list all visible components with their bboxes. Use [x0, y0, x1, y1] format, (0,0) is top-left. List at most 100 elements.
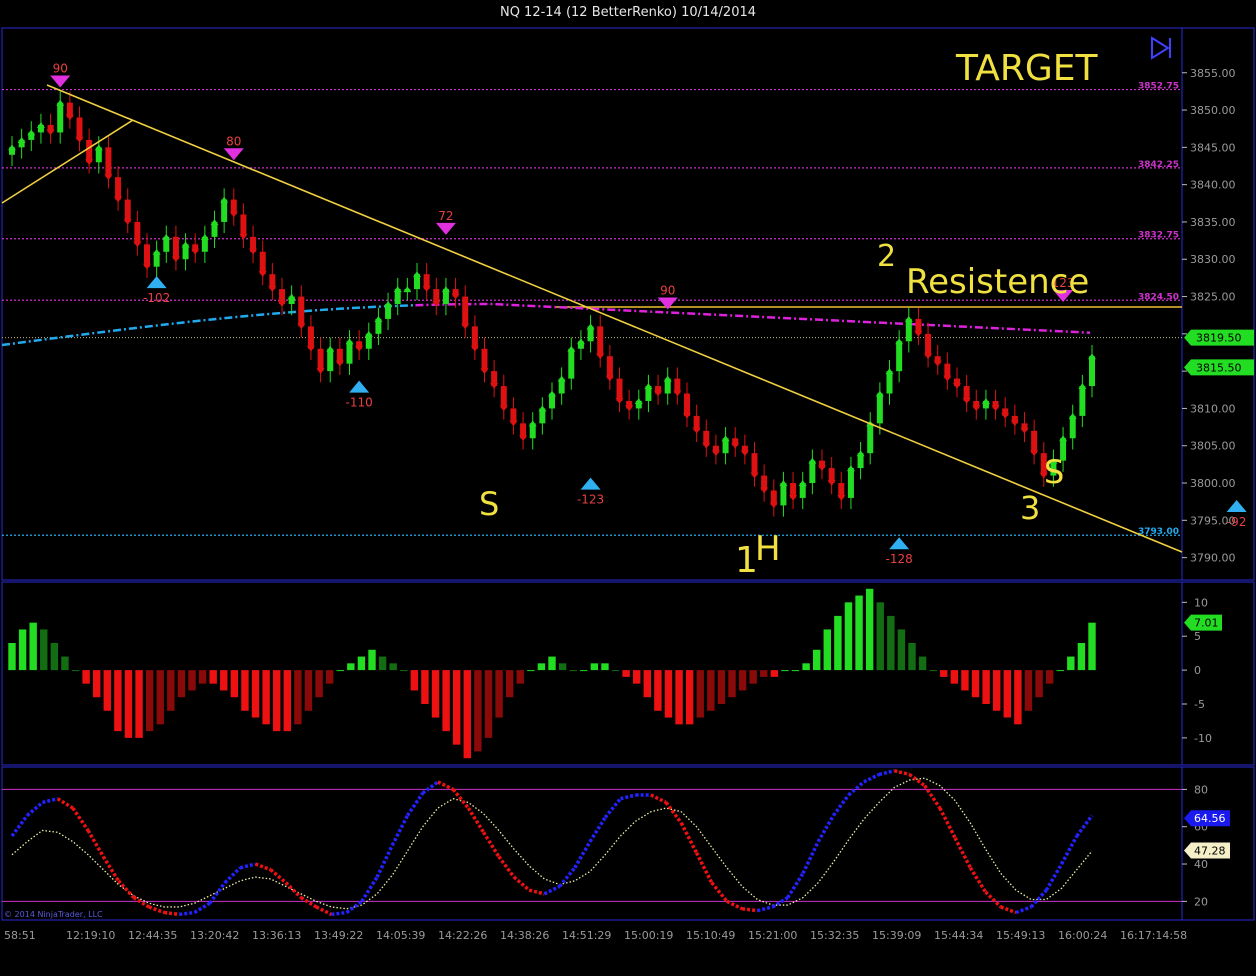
stoch-fast-segment: [650, 793, 667, 805]
time-axis-label: 14:05:39: [376, 929, 425, 942]
histogram-bar: [1003, 670, 1011, 718]
candle-body: [847, 468, 854, 498]
swing-low-label: -110: [346, 396, 373, 410]
stoch-fast-segment: [1060, 835, 1079, 865]
level-label: 3852.75: [1138, 82, 1179, 92]
scroll-to-end-icon[interactable]: [1151, 36, 1171, 60]
candle-body: [886, 371, 893, 394]
candle-body: [471, 326, 478, 349]
histogram-bar: [421, 670, 429, 704]
histogram-bar: [601, 663, 609, 671]
histogram-bar: [220, 670, 228, 691]
y-tick-label: -5: [1194, 698, 1205, 711]
stoch-fast-segment: [163, 910, 180, 917]
y-tick-label: 3830.00: [1190, 253, 1236, 266]
stoch-fast-segment: [331, 910, 347, 917]
histogram-bar: [114, 670, 122, 732]
y-tick-label: 3845.00: [1190, 141, 1236, 154]
down-arrow-marker: [827, 480, 836, 487]
histogram-bar: [685, 670, 694, 725]
histogram-bar: [294, 670, 302, 725]
stoch-fast-segment: [603, 797, 622, 819]
candle-body: [105, 147, 112, 178]
histogram-bar: [558, 663, 567, 671]
histogram-bar: [474, 670, 482, 752]
candle-body: [307, 326, 314, 349]
histogram-bar: [241, 670, 249, 711]
histogram-bar: [527, 670, 535, 672]
histogram-bar: [622, 670, 630, 677]
stoch-fast-segment: [239, 862, 256, 870]
stoch-fast-segment: [86, 829, 105, 858]
stoch-fast-segment: [101, 855, 120, 882]
stoch-fast-segment: [223, 866, 242, 884]
candle-body: [1031, 430, 1038, 454]
stoch-fast-segment: [284, 881, 303, 899]
histogram-bar: [580, 670, 588, 672]
swing-high-label: 72: [438, 209, 453, 223]
time-axis-label: 12:44:35: [128, 929, 177, 942]
stoch-fast-segment: [968, 866, 988, 893]
histogram-bar: [61, 656, 69, 671]
histogram-bar: [463, 670, 471, 759]
histogram-bar: [982, 670, 990, 704]
stoch-fast-segment: [679, 822, 699, 854]
stoch-fast-segment: [437, 780, 454, 791]
candle-body: [481, 348, 488, 372]
candle-body: [925, 333, 932, 357]
candle-body: [76, 117, 83, 140]
histogram-bar: [50, 643, 59, 671]
histogram-bar: [516, 670, 524, 684]
trading-chart[interactable]: 3790.003795.003800.003805.003810.003815.…: [0, 0, 1256, 976]
histogram-bar: [29, 622, 37, 671]
candle-body: [905, 318, 912, 342]
y-tick-label: 0: [1194, 664, 1201, 677]
y-tick-label: 3850.00: [1190, 104, 1236, 117]
histogram-bar: [643, 670, 651, 698]
down-arrow-marker: [335, 360, 344, 367]
histogram-bar: [484, 670, 493, 738]
histogram-bar: [865, 588, 874, 671]
stoch-fast-segment: [497, 855, 516, 879]
stoch-fast-segment: [953, 837, 972, 869]
histogram-bar: [918, 656, 927, 671]
stoch-fast-segment: [908, 773, 926, 788]
histogram-bar: [82, 670, 90, 684]
candle-body: [568, 348, 575, 379]
candle-body: [327, 348, 334, 372]
stoch-fast-segment: [786, 872, 805, 899]
candle-body: [876, 393, 883, 424]
annotation-s-left: S: [479, 485, 499, 523]
candle-body: [86, 139, 93, 163]
histogram-bar: [230, 670, 239, 698]
histogram-bar: [654, 670, 662, 711]
histogram-bar: [1035, 670, 1043, 698]
time-axis-label: 15:00:19: [624, 929, 673, 942]
swing-high-label: 90: [53, 62, 68, 76]
stoch-fast-segment: [451, 788, 470, 810]
y-tick-label: 3835.00: [1190, 216, 1236, 229]
stoch-fast-segment: [254, 862, 272, 872]
histogram-bar: [505, 670, 514, 698]
swing-low-label: -92: [1227, 515, 1247, 529]
histogram-bar: [453, 670, 461, 745]
swing-low-triangle: [146, 276, 167, 289]
annotation-resistance: Resistence: [906, 262, 1089, 302]
stoch-fast-segment: [1029, 888, 1048, 909]
histogram-bar: [103, 670, 111, 711]
stoch-fast-segment: [117, 879, 135, 899]
histogram-bar: [251, 670, 260, 718]
histogram-bar: [273, 670, 281, 732]
swing-high-triangle: [50, 75, 71, 88]
histogram-bar: [8, 643, 16, 671]
stoch-fast-segment: [878, 769, 895, 777]
time-axis-label: 15:32:35: [810, 929, 859, 942]
stoch-fast-segment: [56, 797, 74, 810]
stoch-fast-segment: [208, 881, 227, 905]
histogram-bar: [188, 670, 196, 691]
candle-body: [346, 341, 353, 364]
stoch-fast-segment: [741, 907, 758, 913]
histogram-bar: [156, 670, 164, 725]
down-arrow-marker: [123, 218, 132, 225]
candle-body: [462, 296, 469, 327]
